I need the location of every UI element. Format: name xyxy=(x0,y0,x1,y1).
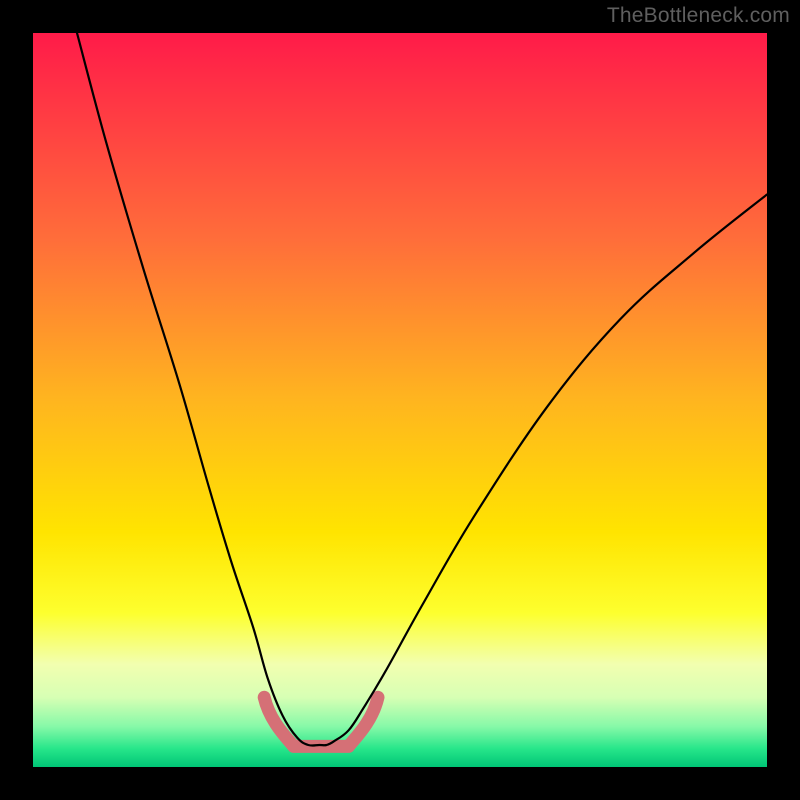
watermark-text: TheBottleneck.com xyxy=(607,4,790,28)
sweet-spot-band xyxy=(264,697,378,746)
chart-plot-area xyxy=(33,33,767,767)
bottleneck-curve xyxy=(77,33,767,746)
chart-curves xyxy=(33,33,767,767)
